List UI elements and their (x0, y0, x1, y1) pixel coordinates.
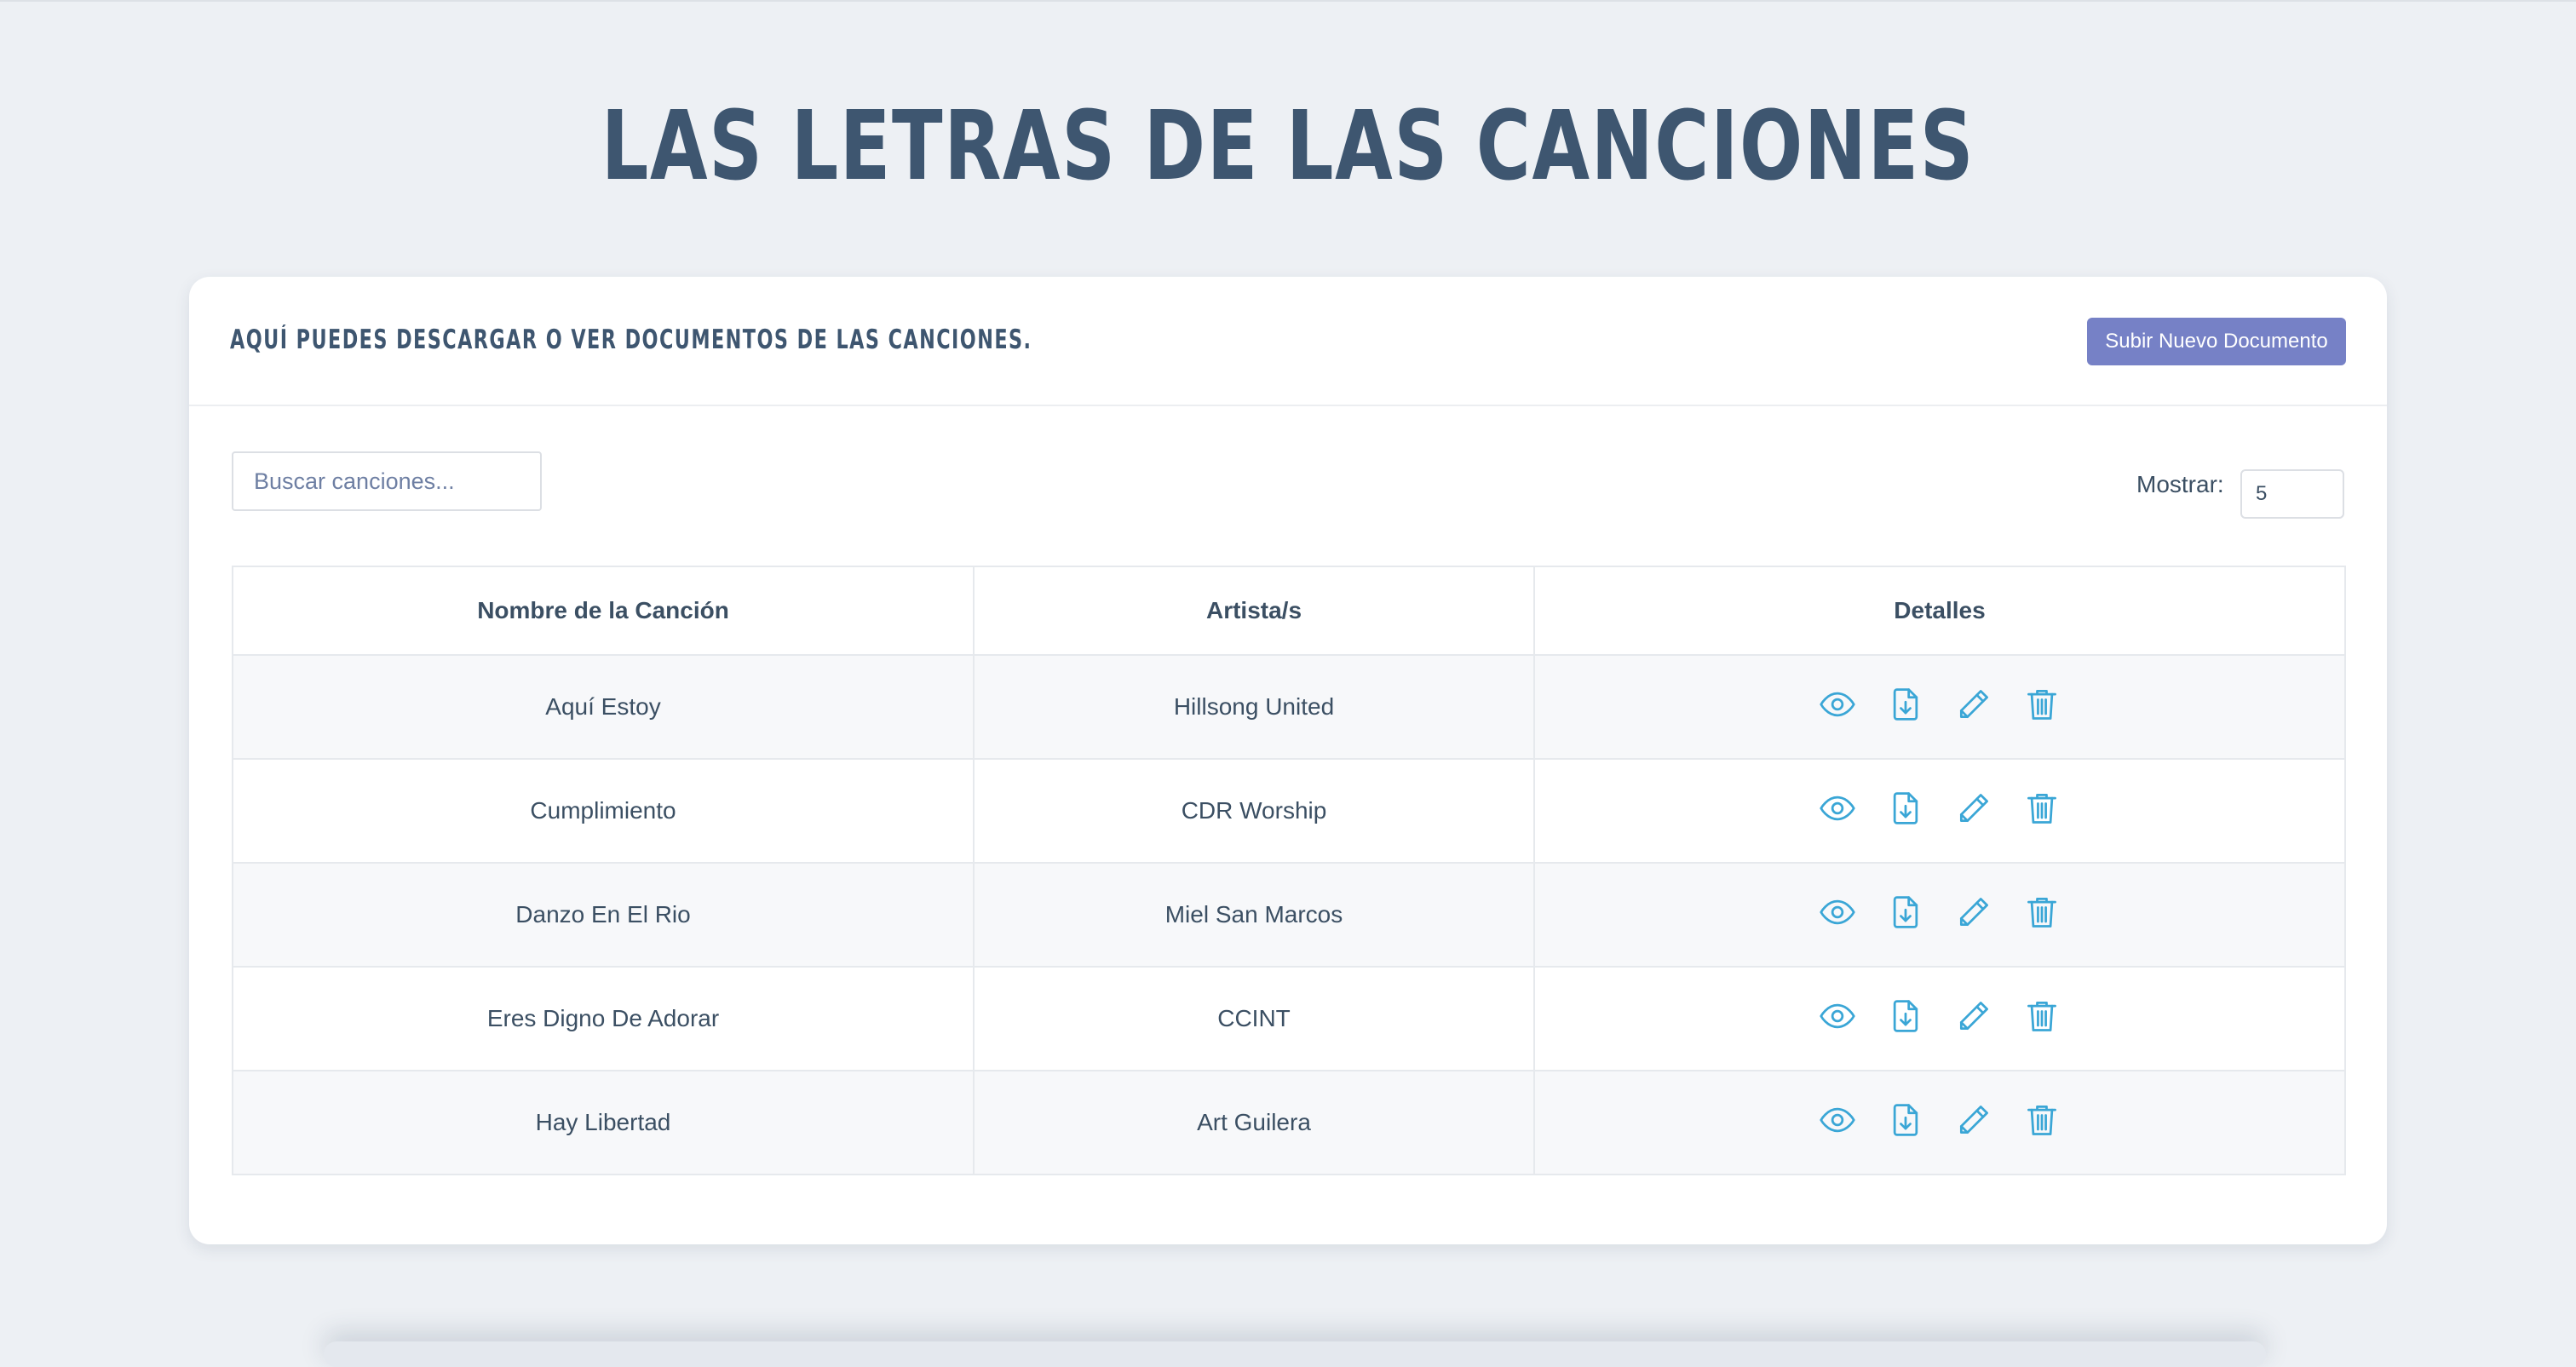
song-name-cell: Hay Libertad (232, 1070, 975, 1175)
column-header-details: Detalles (1533, 566, 2346, 656)
song-name-cell: Cumplimiento (232, 758, 975, 864)
artist-cell: Miel San Marcos (973, 862, 1535, 968)
table-header-row: Nombre de la Canción Artista/s Detalles (232, 566, 2346, 656)
file-download-icon[interactable] (1887, 686, 1924, 723)
next-card-edge (324, 1341, 2266, 1367)
details-cell (1533, 966, 2346, 1071)
row-actions (1819, 997, 2061, 1035)
row-actions (1819, 893, 2061, 931)
trash-icon[interactable] (2023, 790, 2061, 827)
file-download-icon[interactable] (1887, 1101, 1924, 1139)
pencil-icon[interactable] (1955, 997, 1992, 1035)
artist-cell: CDR Worship (973, 758, 1535, 864)
search-input[interactable] (232, 451, 542, 511)
top-divider (0, 0, 2576, 2)
table-row: Aquí Estoy Hillsong United (232, 654, 2346, 760)
table-row: Hay Libertad Art Guilera (232, 1070, 2346, 1175)
table-row: Cumplimiento CDR Worship (232, 758, 2346, 864)
details-cell (1533, 1070, 2346, 1175)
file-download-icon[interactable] (1887, 790, 1924, 827)
song-name-cell: Aquí Estoy (232, 654, 975, 760)
pencil-icon[interactable] (1955, 790, 1992, 827)
trash-icon[interactable] (2023, 1101, 2061, 1139)
artist-cell: Hillsong United (973, 654, 1535, 760)
songs-table: Nombre de la Canción Artista/s Detalles … (232, 566, 2346, 1175)
artist-cell: Art Guilera (973, 1070, 1535, 1175)
song-name-cell: Eres Digno De Adorar (232, 966, 975, 1071)
pencil-icon[interactable] (1955, 686, 1992, 723)
details-cell (1533, 862, 2346, 968)
table-row: Eres Digno De Adorar CCINT (232, 966, 2346, 1071)
page-title: LAS LETRAS DE LAS CANCIONES (601, 91, 1975, 202)
upload-document-button[interactable]: Subir Nuevo Documento (2087, 318, 2346, 365)
song-name-cell: Danzo En El Rio (232, 862, 975, 968)
row-actions (1819, 686, 2061, 723)
trash-icon[interactable] (2023, 686, 2061, 723)
eye-icon[interactable] (1819, 997, 1856, 1035)
eye-icon[interactable] (1819, 1101, 1856, 1139)
row-actions (1819, 1101, 2061, 1139)
documents-card: AQUÍ PUEDES DESCARGAR O VER DOCUMENTOS D… (189, 277, 2387, 1244)
row-actions (1819, 790, 2061, 827)
artist-cell: CCINT (973, 966, 1535, 1071)
column-header-artist: Artista/s (973, 566, 1535, 656)
details-cell (1533, 758, 2346, 864)
trash-icon[interactable] (2023, 893, 2061, 931)
eye-icon[interactable] (1819, 790, 1856, 827)
pencil-icon[interactable] (1955, 1101, 1992, 1139)
details-cell (1533, 654, 2346, 760)
file-download-icon[interactable] (1887, 997, 1924, 1035)
column-header-song: Nombre de la Canción (232, 566, 975, 656)
pencil-icon[interactable] (1955, 893, 1992, 931)
show-label: Mostrar: (2136, 471, 2224, 497)
trash-icon[interactable] (2023, 997, 2061, 1035)
file-download-icon[interactable] (1887, 893, 1924, 931)
table-row: Danzo En El Rio Miel San Marcos (232, 862, 2346, 968)
card-header: AQUÍ PUEDES DESCARGAR O VER DOCUMENTOS D… (189, 277, 2387, 406)
eye-icon[interactable] (1819, 686, 1856, 723)
card-subtitle: AQUÍ PUEDES DESCARGAR O VER DOCUMENTOS D… (230, 325, 1032, 355)
eye-icon[interactable] (1819, 893, 1856, 931)
show-count-input[interactable]: 5 (2240, 469, 2344, 519)
